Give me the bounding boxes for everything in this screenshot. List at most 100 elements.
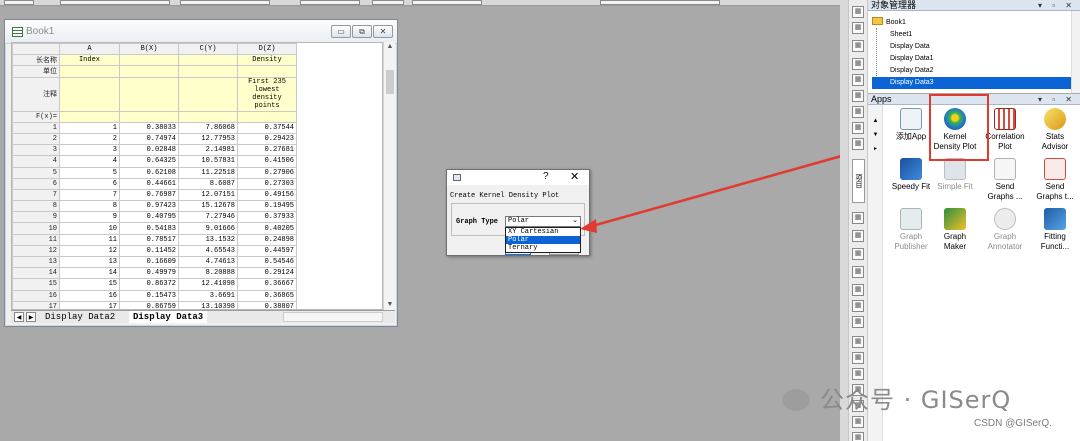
app-graph-annotator[interactable]: Graph Annotator (980, 208, 1030, 254)
meta-cell[interactable] (119, 110, 179, 123)
data-cell[interactable]: 0.78517 (119, 233, 179, 246)
project-side-tab[interactable]: 项目 (852, 159, 865, 203)
graph-type-option[interactable]: Ternary (506, 244, 580, 252)
meta-cell[interactable] (59, 65, 120, 78)
toolbar-tool-icon[interactable]: ▦ (852, 230, 864, 242)
meta-cell[interactable] (178, 65, 238, 78)
data-cell[interactable]: 8.20888 (178, 267, 238, 280)
row-header[interactable]: 4 (12, 155, 60, 168)
data-cell[interactable]: 0.97423 (119, 200, 179, 213)
data-cell[interactable]: 0.44661 (119, 177, 179, 190)
tree-node[interactable]: Display Data1 (872, 53, 1072, 65)
toolbar-tool-icon[interactable]: ▦ (852, 74, 864, 86)
graph-type-select[interactable]: Polar ⌄ (505, 216, 581, 227)
toolbar-tool-icon[interactable]: ▦ (852, 432, 864, 441)
data-cell[interactable]: 0.86759 (119, 300, 179, 309)
data-cell[interactable]: 0.54546 (237, 255, 297, 269)
tree-node[interactable]: Display Data2 (872, 65, 1072, 77)
data-cell[interactable]: 3.6691 (178, 289, 238, 302)
data-cell[interactable]: 0.16609 (119, 255, 179, 269)
data-cell[interactable]: 15.12678 (178, 200, 238, 213)
tab-display-data3[interactable]: Display Data3 (129, 311, 208, 323)
data-cell[interactable]: 3 (59, 144, 120, 157)
row-header[interactable]: 14 (12, 267, 60, 280)
data-cell[interactable]: 15 (59, 278, 120, 291)
meta-row-label[interactable]: 长名称 (12, 54, 60, 67)
row-header[interactable]: 15 (12, 278, 60, 291)
data-cell[interactable]: 13.1532 (178, 233, 238, 246)
data-cell[interactable]: 0.36865 (237, 289, 297, 302)
row-header[interactable]: 3 (12, 144, 60, 157)
meta-cell[interactable] (119, 76, 179, 112)
toolbar-tool-icon[interactable]: ▦ (852, 106, 864, 118)
row-header[interactable]: 17 (12, 300, 60, 309)
data-cell[interactable]: 0.11452 (119, 244, 179, 258)
meta-cell[interactable] (59, 110, 120, 123)
minimize-button[interactable]: ▭ (331, 25, 351, 38)
meta-cell[interactable] (178, 54, 238, 67)
toolbar-tool-icon[interactable]: ▦ (852, 266, 864, 278)
data-cell[interactable]: 0.37933 (237, 211, 297, 224)
data-cell[interactable]: 0.27906 (237, 166, 297, 179)
data-cell[interactable]: 12.77953 (178, 132, 238, 146)
toolbar-tool-icon[interactable]: ▦ (852, 352, 864, 364)
nav-up-icon[interactable]: ▲ (871, 117, 880, 126)
row-header[interactable]: 11 (12, 233, 60, 246)
data-cell[interactable]: 0.38807 (237, 300, 297, 309)
toolbar-control[interactable] (4, 0, 34, 5)
data-cell[interactable]: 0.29124 (237, 267, 297, 280)
row-header[interactable]: 5 (12, 166, 60, 179)
data-cell[interactable]: 0.19495 (237, 200, 297, 213)
app-send-graphs[interactable]: Send Graphs ... (980, 158, 1030, 204)
data-cell[interactable]: 0.36667 (237, 278, 297, 291)
pane-controls-icon[interactable]: ▾ ▫ ✕ (1038, 0, 1076, 11)
data-cell[interactable]: 5 (59, 166, 120, 179)
meta-cell[interactable]: Index (59, 54, 120, 67)
toolbar-tool-icon[interactable]: ▦ (852, 212, 864, 224)
toolbar-dropdown[interactable] (600, 0, 720, 5)
close-button[interactable]: ✕ (373, 25, 393, 38)
data-cell[interactable]: 0.86372 (119, 278, 179, 291)
close-icon[interactable]: ✕ (570, 170, 579, 183)
toolbar-tool-icon[interactable]: ▦ (852, 316, 864, 328)
toolbar-tool-icon[interactable]: ▦ (852, 416, 864, 428)
app-simple-fit[interactable]: Simple Fit (930, 158, 980, 204)
row-header[interactable]: 9 (12, 211, 60, 224)
toolbar-control[interactable] (300, 0, 360, 5)
meta-cell[interactable]: First 235 lowest density points (237, 76, 297, 112)
toolbar-tool-icon[interactable]: ▦ (852, 40, 864, 52)
column-header[interactable]: A (59, 43, 120, 56)
data-cell[interactable]: 12.41098 (178, 278, 238, 291)
toolbar-tool-icon[interactable]: ▦ (852, 284, 864, 296)
column-header[interactable]: D(Z) (237, 43, 297, 56)
data-cell[interactable]: 0.40205 (237, 222, 297, 235)
restore-button[interactable]: ⧉ (352, 25, 372, 38)
graph-type-option[interactable]: XY Cartesian (506, 228, 580, 236)
dialog-titlebar[interactable]: ? ✕ (447, 170, 589, 185)
toolbar-tool-icon[interactable]: ▦ (852, 368, 864, 380)
meta-row-label[interactable]: 注释 (12, 76, 60, 112)
data-cell[interactable]: 0.29423 (237, 132, 297, 146)
toolbar-tool-icon[interactable]: ▦ (852, 248, 864, 260)
data-cell[interactable]: 0.64325 (119, 155, 179, 168)
toolbar-dropdown[interactable] (180, 0, 270, 5)
data-cell[interactable]: 12.07151 (178, 188, 238, 202)
data-cell[interactable]: 0.49979 (119, 267, 179, 280)
toolbar-tool-icon[interactable]: ▦ (852, 58, 864, 70)
pane-controls-icon[interactable]: ▾ ▫ ✕ (1038, 94, 1076, 105)
data-cell[interactable]: 0.54183 (119, 222, 179, 235)
column-header[interactable]: B(X) (119, 43, 179, 56)
data-cell[interactable]: 11.22518 (178, 166, 238, 179)
help-icon[interactable]: ? (543, 171, 549, 182)
app-graph-maker[interactable]: Graph Maker (930, 208, 980, 254)
corner-cell[interactable] (12, 43, 60, 56)
data-cell[interactable]: 0.24898 (237, 233, 297, 246)
data-cell[interactable]: 0.27303 (237, 177, 297, 190)
data-cell[interactable]: 0.76987 (119, 188, 179, 202)
data-cell[interactable]: 11 (59, 233, 120, 246)
data-cell[interactable]: 7.27946 (178, 211, 238, 224)
meta-row-label[interactable]: 单位 (12, 65, 60, 78)
meta-cell[interactable] (59, 76, 120, 112)
data-cell[interactable]: 10.57831 (178, 155, 238, 168)
toolbar-tool-icon[interactable]: ▦ (852, 6, 864, 18)
